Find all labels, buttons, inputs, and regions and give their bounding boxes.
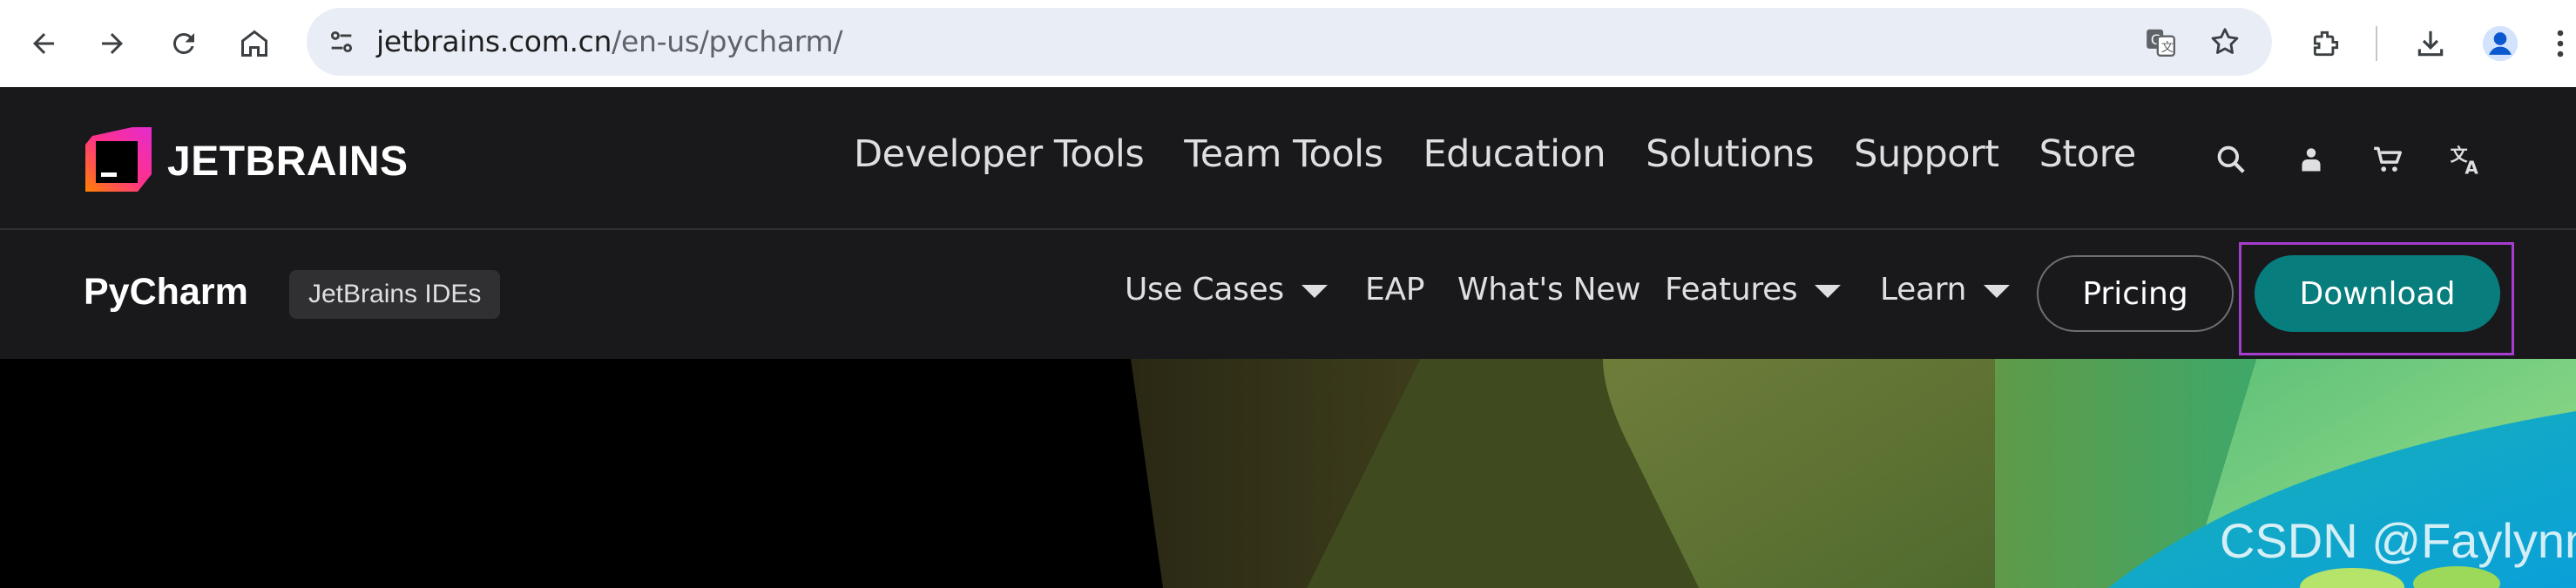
product-name[interactable]: PyCharm (84, 271, 248, 314)
address-bar[interactable]: jetbrains.com.cn/en-us/pycharm/ G文 (307, 8, 2272, 76)
jetbrains-logo-icon[interactable] (84, 124, 153, 193)
svg-text:文: 文 (2161, 40, 2174, 55)
toolbar-separator (2376, 26, 2377, 61)
user-icon[interactable] (2288, 136, 2335, 183)
top-nav: Developer Tools Team Tools Education Sol… (854, 132, 2176, 176)
nav-team-tools[interactable]: Team Tools (1184, 132, 1383, 176)
nav-features-label: Features (1665, 272, 1798, 308)
watermark-text: CSDN @Faylynn (2220, 513, 2576, 568)
hero-gradient-graphic (0, 359, 2576, 588)
back-arrow-icon[interactable] (17, 17, 70, 70)
home-icon[interactable] (228, 17, 281, 70)
pricing-button[interactable]: Pricing (2037, 255, 2234, 332)
nav-store[interactable]: Store (2039, 132, 2137, 176)
profile-icon[interactable] (2474, 17, 2526, 70)
download-icon[interactable] (2404, 17, 2457, 70)
url-text[interactable]: jetbrains.com.cn/en-us/pycharm/ (376, 8, 842, 76)
nav-features[interactable]: Features (1665, 272, 1842, 308)
nav-whats-new[interactable]: What's New (1457, 272, 1641, 308)
download-button[interactable]: Download (2255, 255, 2500, 332)
reload-icon[interactable] (158, 17, 210, 70)
nav-education[interactable]: Education (1423, 132, 1606, 176)
nav-solutions[interactable]: Solutions (1646, 132, 1815, 176)
site-header: JETBRAINS Developer Tools Team Tools Edu… (0, 87, 2576, 230)
search-icon[interactable] (2208, 136, 2255, 183)
nav-learn-label: Learn (1880, 272, 1967, 308)
star-icon[interactable] (2206, 23, 2244, 61)
logo-text[interactable]: JETBRAINS (167, 138, 409, 186)
nav-use-cases[interactable]: Use Cases (1125, 272, 1328, 308)
nav-eap[interactable]: EAP (1365, 272, 1424, 308)
language-icon[interactable]: 文A (2443, 136, 2490, 183)
forward-arrow-icon[interactable] (86, 17, 139, 70)
url-domain: jetbrains.com.cn (376, 24, 612, 58)
hero-banner: CSDN @Faylynn (0, 359, 2576, 588)
nav-whats-new-label: What's New (1457, 272, 1641, 308)
browser-toolbar: jetbrains.com.cn/en-us/pycharm/ G文 (0, 0, 2576, 87)
cart-icon[interactable] (2364, 136, 2411, 183)
chevron-down-icon (1984, 285, 2011, 298)
nav-developer-tools[interactable]: Developer Tools (854, 132, 1145, 176)
svg-text:A: A (2464, 158, 2478, 177)
extensions-icon[interactable] (2300, 17, 2352, 70)
chevron-down-icon (1815, 285, 1842, 298)
more-icon[interactable] (2544, 17, 2576, 70)
product-nav: PyCharm JetBrains IDEs Use Cases EAP Wha… (0, 230, 2576, 359)
nav-eap-label: EAP (1365, 272, 1425, 308)
site-info-icon[interactable] (322, 23, 361, 61)
chevron-down-icon (1301, 285, 1328, 298)
translate-icon[interactable]: G文 (2141, 23, 2180, 61)
product-badge[interactable]: JetBrains IDEs (289, 270, 501, 319)
nav-learn[interactable]: Learn (1880, 272, 2011, 308)
url-path: /en-us/pycharm/ (612, 24, 843, 58)
nav-support[interactable]: Support (1854, 132, 1999, 176)
nav-use-cases-label: Use Cases (1125, 272, 1284, 308)
